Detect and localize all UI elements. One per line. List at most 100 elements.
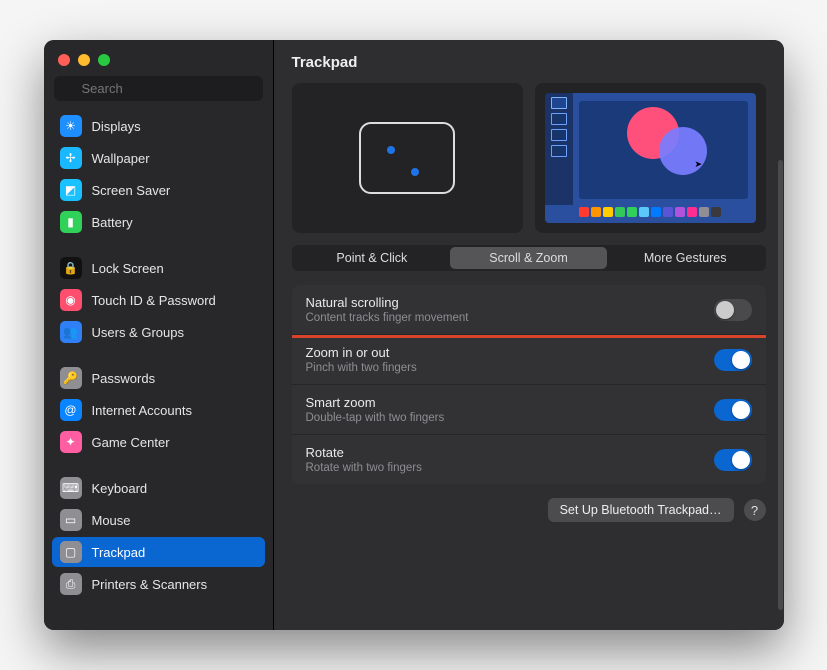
setting-title: Rotate bbox=[306, 445, 422, 460]
finger-dot-icon bbox=[411, 168, 419, 176]
color-swatch bbox=[615, 207, 625, 217]
game-center-icon: ✦ bbox=[60, 431, 82, 453]
sidebar-item-label: Wallpaper bbox=[92, 151, 150, 166]
displays-icon: ☀ bbox=[60, 115, 82, 137]
sidebar: ☀ Displays ✢ Wallpaper ◩ Screen Saver ▮ Battery… bbox=[44, 40, 274, 630]
wallpaper-icon: ✢ bbox=[60, 147, 82, 169]
mouse-icon: ▭ bbox=[60, 509, 82, 531]
search-input[interactable] bbox=[54, 76, 263, 101]
preview-sidebar bbox=[545, 93, 573, 205]
sidebar-item-trackpad[interactable]: ▢ Trackpad bbox=[52, 537, 265, 567]
finger-dot-icon bbox=[387, 146, 395, 154]
color-swatch bbox=[639, 207, 649, 217]
touch-id-password-icon: ◉ bbox=[60, 289, 82, 311]
color-swatch bbox=[603, 207, 613, 217]
sidebar-item-battery[interactable]: ▮ Battery bbox=[52, 207, 265, 237]
sidebar-item-printers-scanners[interactable]: ⎙ Printers & Scanners bbox=[52, 569, 265, 599]
setting-subtitle: Rotate with two fingers bbox=[306, 462, 422, 474]
color-swatch bbox=[663, 207, 673, 217]
trackpad-icon: ▢ bbox=[60, 541, 82, 563]
sidebar-item-displays[interactable]: ☀ Displays bbox=[52, 111, 265, 141]
sidebar-item-game-center[interactable]: ✦ Game Center bbox=[52, 427, 265, 457]
footer: Set Up Bluetooth Trackpad… ? bbox=[292, 498, 766, 522]
color-swatch bbox=[699, 207, 709, 217]
toggle-rotate[interactable] bbox=[714, 449, 752, 471]
color-swatch bbox=[711, 207, 721, 217]
trackpad-preview bbox=[292, 83, 523, 233]
sidebar-item-label: Game Center bbox=[92, 435, 170, 450]
color-swatch bbox=[591, 207, 601, 217]
users-groups-icon: 👥 bbox=[60, 321, 82, 343]
sidebar-item-label: Lock Screen bbox=[92, 261, 164, 276]
minimize-button[interactable] bbox=[78, 54, 90, 66]
printers-scanners-icon: ⎙ bbox=[60, 573, 82, 595]
setting-subtitle: Double-tap with two fingers bbox=[306, 412, 445, 424]
scrollbar[interactable] bbox=[778, 160, 783, 610]
toggle-natural-scrolling[interactable] bbox=[714, 299, 752, 321]
sidebar-item-label: Displays bbox=[92, 119, 141, 134]
preview-row: ➤ bbox=[292, 83, 766, 233]
setting-title: Natural scrolling bbox=[306, 295, 469, 310]
color-swatch bbox=[675, 207, 685, 217]
color-swatch bbox=[651, 207, 661, 217]
help-button[interactable]: ? bbox=[744, 499, 766, 521]
toggle-smart-zoom[interactable] bbox=[714, 399, 752, 421]
sidebar-item-lock-screen[interactable]: 🔒 Lock Screen bbox=[52, 253, 265, 283]
sidebar-item-users-groups[interactable]: 👥 Users & Groups bbox=[52, 317, 265, 347]
sidebar-item-label: Mouse bbox=[92, 513, 131, 528]
fullscreen-button[interactable] bbox=[98, 54, 110, 66]
sidebar-item-wallpaper[interactable]: ✢ Wallpaper bbox=[52, 143, 265, 173]
sidebar-item-keyboard[interactable]: ⌨ Keyboard bbox=[52, 473, 265, 503]
desktop-preview: ➤ bbox=[545, 93, 756, 223]
toggle-knob bbox=[716, 301, 734, 319]
battery-icon: ▮ bbox=[60, 211, 82, 233]
tab-point-click[interactable]: Point & Click bbox=[294, 247, 451, 269]
tab-more-gestures[interactable]: More Gestures bbox=[607, 247, 764, 269]
color-swatch bbox=[579, 207, 589, 217]
sidebar-nav[interactable]: ☀ Displays ✢ Wallpaper ◩ Screen Saver ▮ Battery… bbox=[44, 109, 273, 630]
setting-row-natural-scrolling: Natural scrolling Content tracks finger m… bbox=[292, 285, 766, 335]
sidebar-item-label: Trackpad bbox=[92, 545, 146, 560]
settings-list: Natural scrolling Content tracks finger m… bbox=[292, 285, 766, 484]
color-swatch bbox=[627, 207, 637, 217]
toggle-knob bbox=[732, 401, 750, 419]
sidebar-item-mouse[interactable]: ▭ Mouse bbox=[52, 505, 265, 535]
sidebar-item-label: Printers & Scanners bbox=[92, 577, 208, 592]
setting-title: Smart zoom bbox=[306, 395, 445, 410]
keyboard-icon: ⌨ bbox=[60, 477, 82, 499]
trackpad-outline-icon bbox=[359, 122, 455, 194]
color-swatch bbox=[687, 207, 697, 217]
settings-window: ☀ Displays ✢ Wallpaper ◩ Screen Saver ▮ Battery… bbox=[44, 40, 784, 630]
tabs: Point & ClickScroll & ZoomMore Gestures bbox=[292, 245, 766, 271]
color-swatches bbox=[545, 207, 756, 221]
screen-saver-icon: ◩ bbox=[60, 179, 82, 201]
lock-screen-icon: 🔒 bbox=[60, 257, 82, 279]
sidebar-item-touch-id-password[interactable]: ◉ Touch ID & Password bbox=[52, 285, 265, 315]
toggle-zoom-in-or-out[interactable] bbox=[714, 349, 752, 371]
toggle-knob bbox=[732, 451, 750, 469]
sidebar-item-screen-saver[interactable]: ◩ Screen Saver bbox=[52, 175, 265, 205]
sidebar-item-label: Keyboard bbox=[92, 481, 148, 496]
setting-title: Zoom in or out bbox=[306, 345, 417, 360]
gesture-preview: ➤ bbox=[535, 83, 766, 233]
tab-scroll-zoom[interactable]: Scroll & Zoom bbox=[450, 247, 607, 269]
sidebar-item-label: Touch ID & Password bbox=[92, 293, 216, 308]
sidebar-item-internet-accounts[interactable]: @ Internet Accounts bbox=[52, 395, 265, 425]
setup-bluetooth-button[interactable]: Set Up Bluetooth Trackpad… bbox=[548, 498, 734, 522]
passwords-icon: 🔑 bbox=[60, 367, 82, 389]
sidebar-item-label: Screen Saver bbox=[92, 183, 171, 198]
sidebar-item-passwords[interactable]: 🔑 Passwords bbox=[52, 363, 265, 393]
search-wrap bbox=[44, 76, 273, 109]
setting-row-rotate: Rotate Rotate with two fingers bbox=[292, 435, 766, 484]
sidebar-item-label: Passwords bbox=[92, 371, 156, 386]
sidebar-item-label: Users & Groups bbox=[92, 325, 184, 340]
sidebar-item-label: Internet Accounts bbox=[92, 403, 192, 418]
setting-subtitle: Pinch with two fingers bbox=[306, 362, 417, 374]
setting-row-zoom-in-or-out: Zoom in or out Pinch with two fingers bbox=[292, 335, 766, 385]
toggle-knob bbox=[732, 351, 750, 369]
setting-subtitle: Content tracks finger movement bbox=[306, 312, 469, 324]
internet-accounts-icon: @ bbox=[60, 399, 82, 421]
sidebar-item-label: Battery bbox=[92, 215, 133, 230]
cursor-icon: ➤ bbox=[695, 159, 703, 170]
close-button[interactable] bbox=[58, 54, 70, 66]
